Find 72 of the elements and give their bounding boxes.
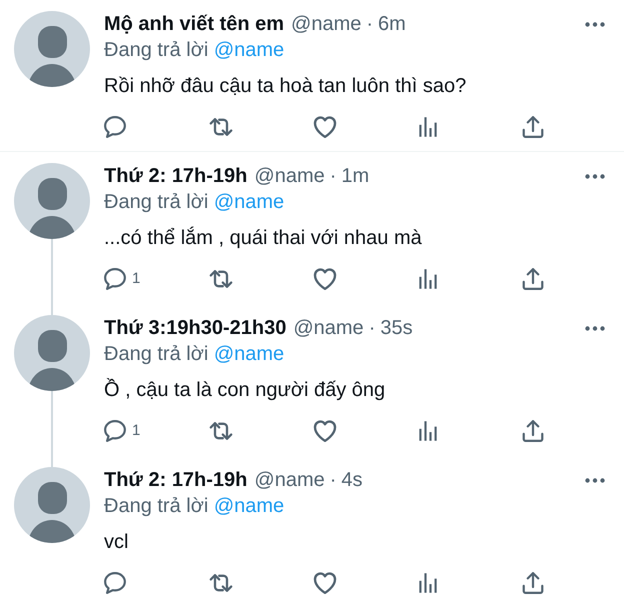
heart-icon [313, 420, 337, 442]
speech-bubble-icon [104, 268, 126, 290]
share-button[interactable] [522, 571, 544, 595]
tweet-text: ...có thể lắm , quái thai với nhau mà [104, 226, 423, 251]
user-handle[interactable]: @name [254, 163, 325, 189]
share-button[interactable] [522, 419, 544, 443]
like-button[interactable] [313, 571, 337, 595]
views-button[interactable] [418, 571, 438, 595]
timestamp[interactable]: 4s [341, 467, 363, 493]
tweet-text: Rồi nhỡ đâu cậu ta hoà tan luôn thì sao? [104, 74, 468, 99]
repeat-arrows-icon [208, 117, 232, 137]
avatar-icon[interactable] [14, 163, 90, 239]
share-icon [522, 420, 544, 442]
views-button[interactable] [418, 419, 438, 443]
share-icon [522, 116, 544, 138]
views-button[interactable] [418, 267, 438, 291]
bar-chart-icon [418, 421, 438, 441]
separator-dot: · [330, 468, 336, 493]
like-button[interactable] [313, 115, 337, 139]
bar-chart-icon [418, 269, 438, 289]
more-options-icon[interactable] [585, 22, 605, 26]
share-button[interactable] [522, 267, 544, 291]
timestamp[interactable]: 35s [380, 315, 413, 341]
repost-button[interactable] [208, 267, 232, 291]
repost-button[interactable] [208, 115, 232, 139]
bar-chart-icon [418, 573, 438, 593]
reply-button[interactable] [104, 571, 126, 595]
speech-bubble-icon [104, 116, 126, 138]
user-handle[interactable]: @name [291, 11, 362, 37]
heart-icon [313, 572, 337, 594]
reply-button[interactable]: 1 [104, 267, 140, 291]
replying-to-label: Đang trả lời [104, 191, 208, 213]
avatar-icon[interactable] [14, 11, 90, 87]
more-options-icon[interactable] [585, 326, 605, 330]
tweet-text: vcl [104, 530, 130, 555]
reply-button[interactable] [104, 115, 126, 139]
repeat-arrows-icon [208, 269, 232, 289]
reply-button[interactable]: 1 [104, 419, 140, 443]
repeat-arrows-icon [208, 421, 232, 441]
bar-chart-icon [418, 117, 438, 137]
like-button[interactable] [313, 267, 337, 291]
tweet-text: Ồ , cậu ta là con người đấy ông [104, 377, 386, 403]
display-name[interactable]: Mộ anh viết tên em [104, 11, 284, 37]
heart-icon [313, 116, 337, 138]
timestamp[interactable]: 6m [378, 11, 406, 37]
replying-to-label: Đang trả lời [104, 39, 208, 61]
more-options-icon[interactable] [585, 478, 605, 482]
repost-button[interactable] [208, 571, 232, 595]
display-name[interactable]: Thứ 2: 17h-19h [104, 163, 248, 189]
views-button[interactable] [418, 115, 438, 139]
display-name[interactable]: Thứ 3:19h30-21h30 [104, 315, 286, 341]
like-button[interactable] [313, 419, 337, 443]
share-icon [522, 268, 544, 290]
speech-bubble-icon [104, 420, 126, 442]
more-options-icon[interactable] [585, 174, 605, 178]
share-button[interactable] [522, 115, 544, 139]
speech-bubble-icon [104, 572, 126, 594]
replying-to-label: Đang trả lời [104, 343, 208, 365]
separator-dot: · [330, 164, 336, 189]
repost-button[interactable] [208, 419, 232, 443]
avatar-icon[interactable] [14, 467, 90, 543]
display-name[interactable]: Thứ 2: 17h-19h [104, 467, 248, 493]
separator-dot: · [368, 316, 376, 341]
user-handle[interactable]: @name [254, 467, 325, 493]
avatar-icon[interactable] [14, 315, 90, 391]
heart-icon [313, 268, 337, 290]
replying-to-label: Đang trả lời [104, 495, 208, 517]
timestamp[interactable]: 1m [341, 163, 370, 189]
share-icon [522, 572, 544, 594]
user-handle[interactable]: @name [293, 315, 364, 341]
repeat-arrows-icon [208, 573, 232, 593]
separator-dot: · [366, 12, 374, 37]
